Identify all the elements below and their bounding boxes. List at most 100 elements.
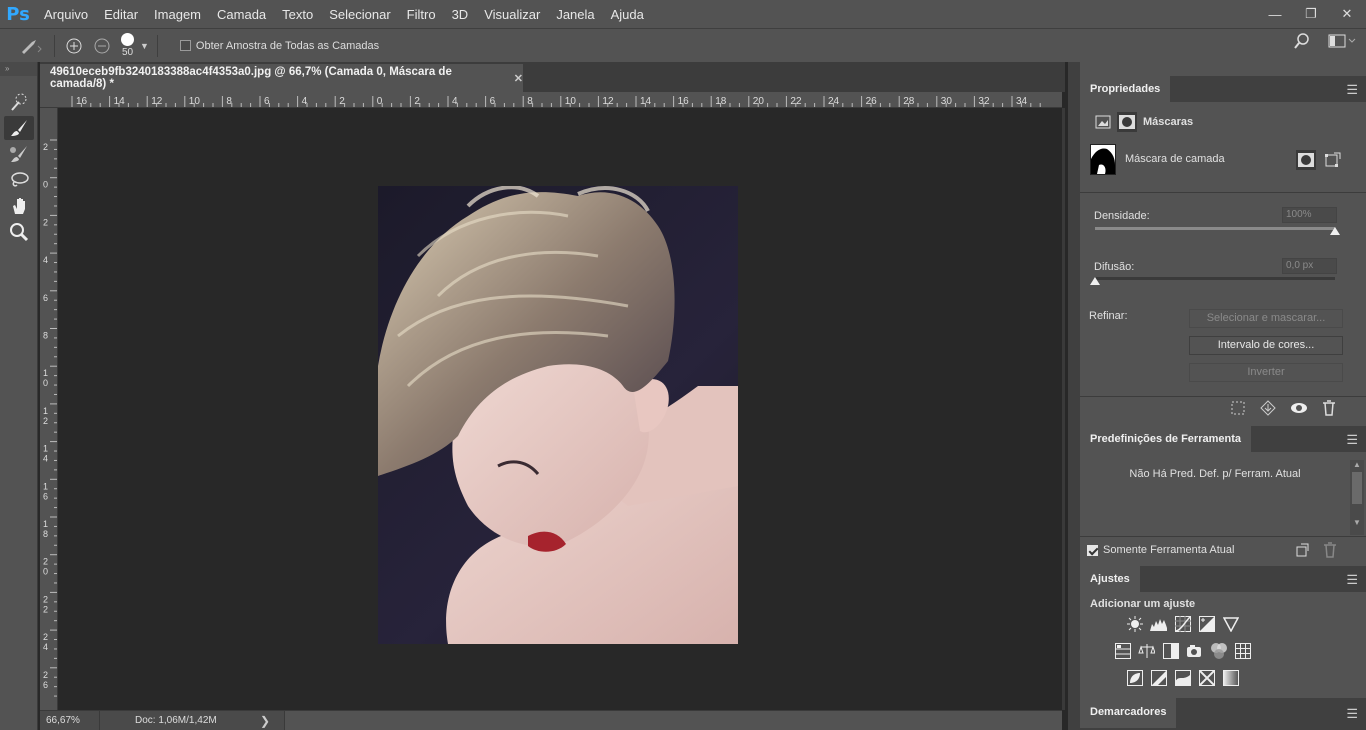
tab-paths[interactable]: Demarcadores — [1080, 698, 1177, 728]
brush-picker[interactable]: 50 — [121, 33, 134, 58]
menu-filtro[interactable]: Filtro — [399, 7, 444, 22]
selective-color-icon[interactable] — [1198, 669, 1215, 686]
tab-properties[interactable]: Propriedades — [1080, 76, 1171, 102]
gradient-map-icon[interactable] — [1222, 669, 1239, 686]
restore-button[interactable]: ❐ — [1300, 6, 1322, 22]
photoshop-logo: Ps — [6, 3, 30, 25]
tool-hand[interactable] — [4, 194, 34, 218]
menu-selecionar[interactable]: Selecionar — [321, 7, 398, 22]
vertical-ruler[interactable]: 202468101214161820222426 — [40, 108, 58, 710]
tool-lasso[interactable] — [4, 168, 34, 192]
tool-presets-scrollbar[interactable]: ▲ ▼ — [1350, 460, 1364, 535]
menu-texto[interactable]: Texto — [274, 7, 321, 22]
menu-arquivo[interactable]: Arquivo — [36, 7, 96, 22]
photo-filter-icon[interactable] — [1186, 642, 1203, 659]
channel-mixer-icon[interactable] — [1210, 642, 1227, 659]
scroll-down-icon[interactable]: ▼ — [1350, 518, 1364, 527]
curves-icon[interactable] — [1174, 615, 1191, 632]
close-button[interactable]: ✕ — [1336, 6, 1358, 22]
right-panel-dock: Propriedades ☰ Máscaras Máscara de camad… — [1080, 62, 1366, 730]
color-balance-icon[interactable] — [1138, 642, 1155, 659]
apply-mask-icon[interactable] — [1260, 400, 1276, 416]
panel-menu-icon[interactable]: ☰ — [1346, 572, 1358, 588]
panel-menu-icon[interactable]: ☰ — [1346, 706, 1358, 722]
load-selection-icon[interactable] — [1230, 400, 1246, 416]
canvas-area[interactable] — [58, 108, 1062, 710]
threshold-icon[interactable] — [1174, 669, 1191, 686]
search-icon[interactable] — [1294, 33, 1310, 49]
feather-input[interactable]: 0,0 px — [1282, 258, 1337, 274]
current-tool-only-option[interactable]: Somente Ferramenta Atual — [1087, 544, 1234, 556]
tool-mixer-brush[interactable] — [4, 142, 34, 166]
scroll-thumb[interactable] — [1352, 472, 1362, 504]
tool-brush[interactable] — [4, 116, 34, 140]
close-document-icon[interactable]: ✕ — [514, 72, 523, 85]
chevron-down-icon[interactable]: ▼ — [140, 41, 149, 51]
scroll-up-icon[interactable]: ▲ — [1350, 460, 1364, 469]
pixel-layer-icon[interactable] — [1095, 114, 1111, 130]
menu-imagem[interactable]: Imagem — [146, 7, 209, 22]
panel-menu-icon[interactable]: ☰ — [1346, 432, 1358, 448]
menu-editar[interactable]: Editar — [96, 7, 146, 22]
feather-label: Difusão: — [1094, 261, 1135, 273]
workspace-icon[interactable] — [1328, 33, 1356, 49]
brightness-contrast-icon[interactable] — [1126, 615, 1143, 632]
feather-slider[interactable] — [1090, 277, 1335, 285]
mask-icon[interactable] — [1117, 112, 1137, 132]
density-input[interactable]: 100% — [1282, 207, 1337, 223]
menu-camada[interactable]: Camada — [209, 7, 274, 22]
tool-zoom[interactable] — [4, 220, 34, 244]
tab-adjustments[interactable]: Ajustes — [1080, 566, 1140, 592]
menu-3d[interactable]: 3D — [444, 7, 477, 22]
vibrance-icon[interactable] — [1222, 615, 1239, 632]
zoom-icon — [10, 223, 29, 242]
new-preset-icon[interactable] — [1295, 543, 1309, 557]
sample-all-layers-option[interactable]: Obter Amostra de Todas as Camadas — [179, 40, 379, 52]
sample-all-layers-checkbox[interactable] — [179, 40, 191, 51]
ruler-ticks: 16 14 12 10 8 6 4 2 0 2 4 6 8 10 12 14 16 18 20 22 24 26 28 30 3… — [71, 96, 1041, 107]
delete-preset-icon[interactable] — [1323, 542, 1337, 558]
options-bar: 50 ▼ Obter Amostra de Todas as Camadas — [0, 28, 1366, 62]
exposure-icon[interactable] — [1198, 615, 1215, 632]
hue-saturation-icon[interactable] — [1114, 642, 1131, 659]
posterize-icon[interactable] — [1150, 669, 1167, 686]
paths-tabbar: Demarcadores ☰ — [1080, 698, 1366, 730]
ruler-label: 4 — [43, 642, 48, 652]
tool-preset-picker[interactable] — [16, 35, 46, 57]
trash-icon[interactable] — [1322, 400, 1336, 416]
visibility-eye-icon[interactable] — [1290, 400, 1308, 416]
color-range-button[interactable]: Intervalo de cores... — [1189, 336, 1343, 355]
minimize-button[interactable]: — — [1264, 7, 1286, 22]
portrait-photo — [378, 186, 738, 644]
ruler-label: 8 — [43, 331, 48, 341]
menu-ajuda[interactable]: Ajuda — [603, 7, 652, 22]
density-slider-handle[interactable] — [1330, 227, 1340, 235]
tab-tool-presets[interactable]: Predefinições de Ferramenta — [1080, 426, 1252, 452]
zoom-level-field[interactable]: 66,67% — [40, 711, 100, 730]
levels-icon[interactable] — [1150, 615, 1167, 632]
color-lookup-icon[interactable] — [1234, 642, 1251, 659]
apply-vector-mask-icon[interactable] — [1324, 151, 1342, 169]
horizontal-ruler[interactable]: 16 14 12 10 8 6 4 2 0 2 4 6 8 10 12 14 16 18 20 22 24 26 28 30 3… — [40, 92, 1062, 108]
invert-icon[interactable] — [1126, 669, 1143, 686]
select-mask-icon[interactable] — [1296, 150, 1316, 170]
tool-quick-selection[interactable] — [4, 90, 34, 114]
current-tool-only-checkbox[interactable] — [1087, 544, 1098, 556]
panel-menu-icon[interactable]: ☰ — [1346, 82, 1358, 98]
toolbar-collapse-button[interactable]: » — [0, 62, 37, 76]
density-slider[interactable] — [1095, 227, 1340, 235]
select-and-mask-button[interactable]: Selecionar e mascarar... — [1189, 309, 1343, 328]
panel-collapse-strip[interactable] — [1068, 62, 1080, 730]
add-to-selection-button[interactable] — [63, 35, 85, 57]
invert-button[interactable]: Inverter — [1189, 363, 1343, 382]
feather-slider-handle[interactable] — [1090, 277, 1100, 285]
canvas-horizontal-scrollbar[interactable] — [284, 711, 1062, 730]
menu-visualizar[interactable]: Visualizar — [476, 7, 548, 22]
black-white-icon[interactable] — [1162, 642, 1179, 659]
document-image[interactable] — [378, 186, 738, 644]
canvas-vertical-scrollbar[interactable] — [1062, 108, 1065, 710]
menu-janela[interactable]: Janela — [548, 7, 602, 22]
document-tab[interactable]: 49610eceb9fb3240183388ac4f4353a0.jpg @ 6… — [40, 64, 523, 92]
status-menu-arrow[interactable]: ❯ — [260, 714, 280, 728]
subtract-from-selection-button[interactable] — [91, 35, 113, 57]
